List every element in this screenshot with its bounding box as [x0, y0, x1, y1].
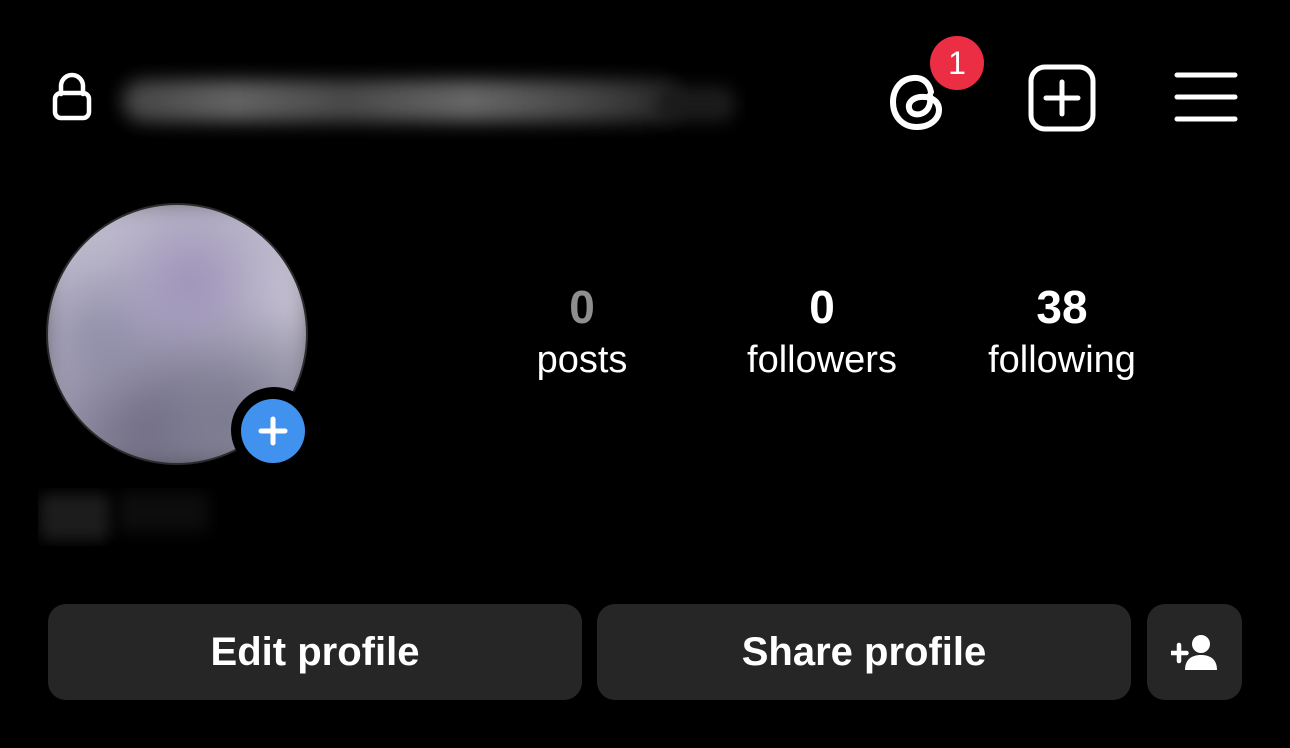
following-stat[interactable]: 38 following: [952, 280, 1172, 386]
menu-button[interactable]: [1174, 70, 1238, 126]
add-story-button[interactable]: [231, 387, 317, 473]
discover-people-button[interactable]: [1147, 604, 1242, 700]
posts-stat[interactable]: 0 posts: [472, 280, 692, 386]
lock-icon: [52, 72, 92, 122]
followers-stat[interactable]: 0 followers: [712, 280, 932, 386]
followers-count: 0: [809, 281, 835, 333]
posts-label: posts: [536, 339, 628, 381]
display-name-blurred: [38, 488, 218, 546]
add-person-icon: [1171, 635, 1217, 670]
username-blurred[interactable]: [96, 46, 746, 152]
plus-icon: [258, 416, 288, 446]
new-post-button[interactable]: [1028, 64, 1096, 132]
posts-count: 0: [569, 281, 595, 333]
followers-label: followers: [747, 339, 897, 381]
plus-square-icon: [1028, 64, 1096, 132]
edit-profile-button[interactable]: Edit profile: [48, 604, 582, 700]
following-label: following: [988, 339, 1136, 381]
hamburger-menu-icon: [1174, 72, 1238, 122]
notification-badge: 1: [930, 36, 984, 90]
following-count: 38: [1036, 281, 1088, 333]
share-profile-button[interactable]: Share profile: [597, 604, 1131, 700]
